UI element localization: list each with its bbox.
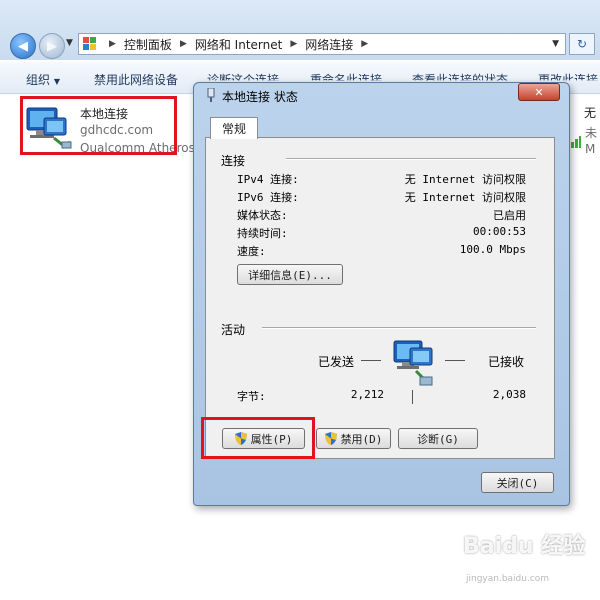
sent-line bbox=[361, 360, 381, 361]
ipv4-label: IPv4 连接: bbox=[237, 173, 299, 186]
breadcrumb-separator-icon: ▶ bbox=[109, 39, 116, 49]
breadcrumb-separator-icon: ▶ bbox=[290, 39, 298, 49]
recent-pages-dropdown-icon[interactable]: ▼ bbox=[66, 38, 73, 48]
disable-button[interactable]: 禁用(D) bbox=[316, 428, 391, 449]
disable-label: 禁用(D) bbox=[340, 432, 383, 446]
other-connection-name: 无 bbox=[584, 106, 597, 120]
highlight-box-properties bbox=[201, 417, 315, 459]
control-panel-icon bbox=[83, 37, 97, 51]
watermark-logo: Baidu 经验 bbox=[463, 534, 586, 559]
address-bar[interactable]: ▶ 控制面板 ▶ 网络和 Internet ▶ 网络连接 ▶ ▼ bbox=[78, 33, 566, 55]
speed-label: 速度: bbox=[237, 245, 266, 258]
speed-value: 100.0 Mbps bbox=[459, 243, 526, 256]
forward-button[interactable]: ▶ bbox=[39, 33, 65, 59]
signal-bars-icon bbox=[571, 136, 581, 148]
refresh-icon: ↻ bbox=[576, 37, 588, 51]
back-button[interactable]: ◀ bbox=[10, 33, 36, 59]
dialog-title: 本地连接 状态 bbox=[222, 90, 298, 104]
activity-section-title: 活动 bbox=[221, 323, 246, 337]
address-dropdown-icon[interactable]: ▼ bbox=[552, 39, 559, 49]
breadcrumb-separator-icon: ▶ bbox=[179, 39, 187, 49]
back-arrow-icon: ◀ bbox=[18, 38, 28, 54]
bytes-sent-value: 2,212 bbox=[350, 388, 384, 401]
breadcrumb-network-connections[interactable]: 网络连接 bbox=[305, 36, 353, 53]
refresh-button[interactable]: ↻ bbox=[569, 33, 595, 55]
forward-arrow-icon: ▶ bbox=[47, 38, 57, 54]
section-divider bbox=[286, 158, 536, 160]
dialog-close-button[interactable]: ✕ bbox=[518, 83, 560, 101]
ipv4-value: 无 Internet 访问权限 bbox=[404, 173, 526, 186]
duration-value: 00:00:53 bbox=[473, 225, 526, 238]
ipv6-value: 无 Internet 访问权限 bbox=[404, 191, 526, 204]
duration-label: 持续时间: bbox=[237, 227, 288, 240]
network-activity-icon bbox=[393, 340, 433, 386]
watermark-url: jingyan.baidu.com bbox=[466, 574, 550, 584]
diagnose-button[interactable]: 诊断(G) bbox=[398, 428, 478, 449]
tab-general[interactable]: 常规 bbox=[210, 117, 258, 139]
details-button[interactable]: 详细信息(E)... bbox=[237, 264, 343, 285]
uac-shield-icon bbox=[324, 432, 337, 445]
media-state-label: 媒体状态: bbox=[237, 209, 288, 222]
other-connection-status: 未 bbox=[585, 126, 598, 140]
bytes-divider bbox=[412, 390, 413, 404]
organize-label: 组织 bbox=[26, 73, 51, 87]
disable-device-button[interactable]: 禁用此网络设备 bbox=[94, 71, 178, 88]
ethernet-plug-icon bbox=[207, 88, 215, 102]
highlight-box-connection bbox=[20, 96, 177, 155]
connection-section-title: 连接 bbox=[221, 154, 246, 168]
organize-menu[interactable]: 组织 ▼ bbox=[26, 71, 60, 88]
other-connection-adapter: M bbox=[585, 142, 596, 156]
section-divider bbox=[262, 327, 536, 329]
ipv6-label: IPv6 连接: bbox=[237, 191, 299, 204]
sent-label: 已发送 bbox=[318, 355, 355, 369]
breadcrumb-network-internet[interactable]: 网络和 Internet bbox=[195, 36, 282, 53]
bytes-label: 字节: bbox=[237, 390, 266, 403]
received-line bbox=[445, 360, 465, 361]
chevron-down-icon: ▼ bbox=[53, 77, 60, 86]
close-icon: ✕ bbox=[534, 85, 544, 99]
received-label: 已接收 bbox=[488, 355, 525, 369]
bytes-received-value: 2,038 bbox=[492, 388, 526, 401]
breadcrumb-separator-icon: ▶ bbox=[361, 39, 369, 49]
media-state-value: 已启用 bbox=[493, 209, 526, 222]
close-button[interactable]: 关闭(C) bbox=[481, 472, 554, 493]
breadcrumb-control-panel[interactable]: 控制面板 bbox=[124, 36, 172, 53]
